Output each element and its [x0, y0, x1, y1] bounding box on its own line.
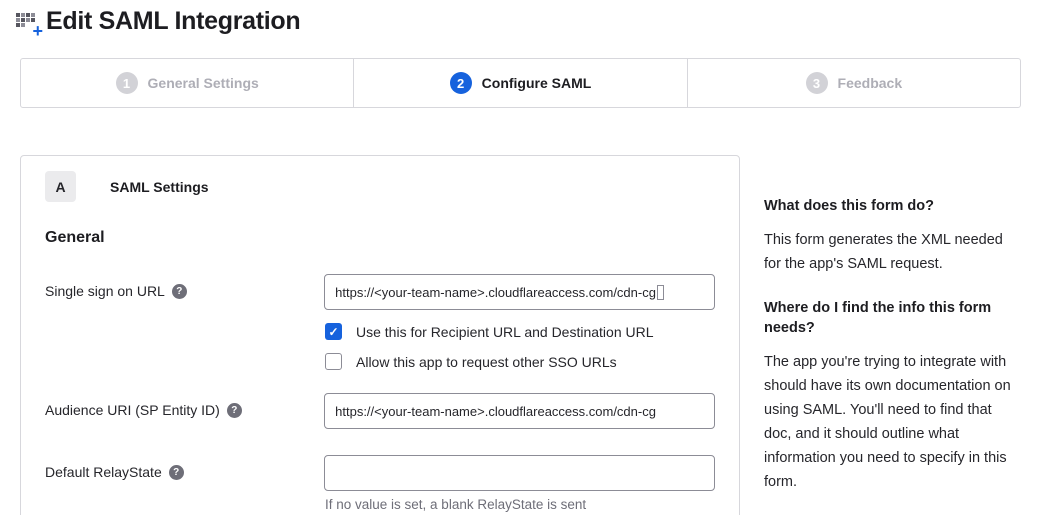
step-label: General Settings: [148, 75, 259, 91]
general-section-heading: General: [45, 229, 715, 247]
other-sso-checkbox-label: Allow this app to request other SSO URLs: [356, 354, 617, 370]
recipient-url-checkbox-row: ✓ Use this for Recipient URL and Destina…: [325, 323, 715, 340]
sso-url-label: Single sign on URL: [45, 283, 165, 299]
help-sidebar: What does this form do? This form genera…: [764, 196, 1016, 515]
help-section-body: The app you're trying to integrate with …: [764, 350, 1016, 494]
step-general-settings[interactable]: 1 General Settings: [21, 59, 353, 107]
step-number-badge: 3: [806, 72, 828, 94]
recipient-url-checkbox[interactable]: ✓: [325, 323, 342, 340]
help-section-heading: What does this form do?: [764, 196, 1016, 216]
audience-uri-label-group: Audience URI (SP Entity ID) ?: [45, 393, 324, 418]
help-section-body: This form generates the XML needed for t…: [764, 228, 1016, 276]
recipient-url-checkbox-label: Use this for Recipient URL and Destinati…: [356, 324, 654, 340]
page-title: Edit SAML Integration: [46, 7, 300, 36]
audience-uri-row: Audience URI (SP Entity ID) ? https://<y…: [45, 393, 715, 429]
relay-state-hint: If no value is set, a blank RelayState i…: [325, 497, 715, 512]
audience-uri-input[interactable]: https://<your-team-name>.cloudflareacces…: [324, 393, 715, 429]
panel-header: A SAML Settings: [45, 171, 715, 202]
plus-icon: +: [32, 24, 43, 38]
step-feedback[interactable]: 3 Feedback: [687, 59, 1020, 107]
step-label: Configure SAML: [482, 75, 592, 91]
help-icon[interactable]: ?: [227, 403, 242, 418]
edit-saml-integration-page: + Edit SAML Integration 1 General Settin…: [0, 0, 1063, 515]
page-header: + Edit SAML Integration: [16, 7, 300, 36]
section-a-badge: A: [45, 171, 76, 202]
help-section: What does this form do? This form genera…: [764, 196, 1016, 276]
help-section-heading: Where do I find the info this form needs…: [764, 298, 1016, 338]
saml-settings-panel: A SAML Settings General Single sign on U…: [20, 155, 740, 515]
sso-url-input[interactable]: https://<your-team-name>.cloudflareacces…: [324, 274, 715, 310]
step-number-badge: 2: [450, 72, 472, 94]
step-configure-saml[interactable]: 2 Configure SAML: [353, 59, 686, 107]
sso-url-label-group: Single sign on URL ?: [45, 274, 324, 299]
sso-url-value: https://<your-team-name>.cloudflareacces…: [335, 285, 656, 300]
help-icon[interactable]: ?: [169, 465, 184, 480]
sso-url-row: Single sign on URL ? https://<your-team-…: [45, 274, 715, 310]
help-section: Where do I find the info this form needs…: [764, 298, 1016, 494]
relay-state-row: Default RelayState ?: [45, 455, 715, 491]
step-number-badge: 1: [116, 72, 138, 94]
step-label: Feedback: [838, 75, 903, 91]
panel-title: SAML Settings: [110, 179, 209, 195]
other-sso-checkbox[interactable]: [325, 353, 342, 370]
wizard-stepper: 1 General Settings 2 Configure SAML 3 Fe…: [20, 58, 1021, 108]
audience-uri-value: https://<your-team-name>.cloudflareacces…: [335, 404, 656, 419]
relay-state-label: Default RelayState: [45, 464, 162, 480]
other-sso-checkbox-row: Allow this app to request other SSO URLs: [325, 353, 715, 370]
relay-state-label-group: Default RelayState ?: [45, 455, 324, 480]
app-grid-plus-icon: +: [16, 9, 42, 35]
text-cursor: [657, 285, 664, 300]
audience-uri-label: Audience URI (SP Entity ID): [45, 402, 220, 418]
help-icon[interactable]: ?: [172, 284, 187, 299]
relay-state-input[interactable]: [324, 455, 715, 491]
